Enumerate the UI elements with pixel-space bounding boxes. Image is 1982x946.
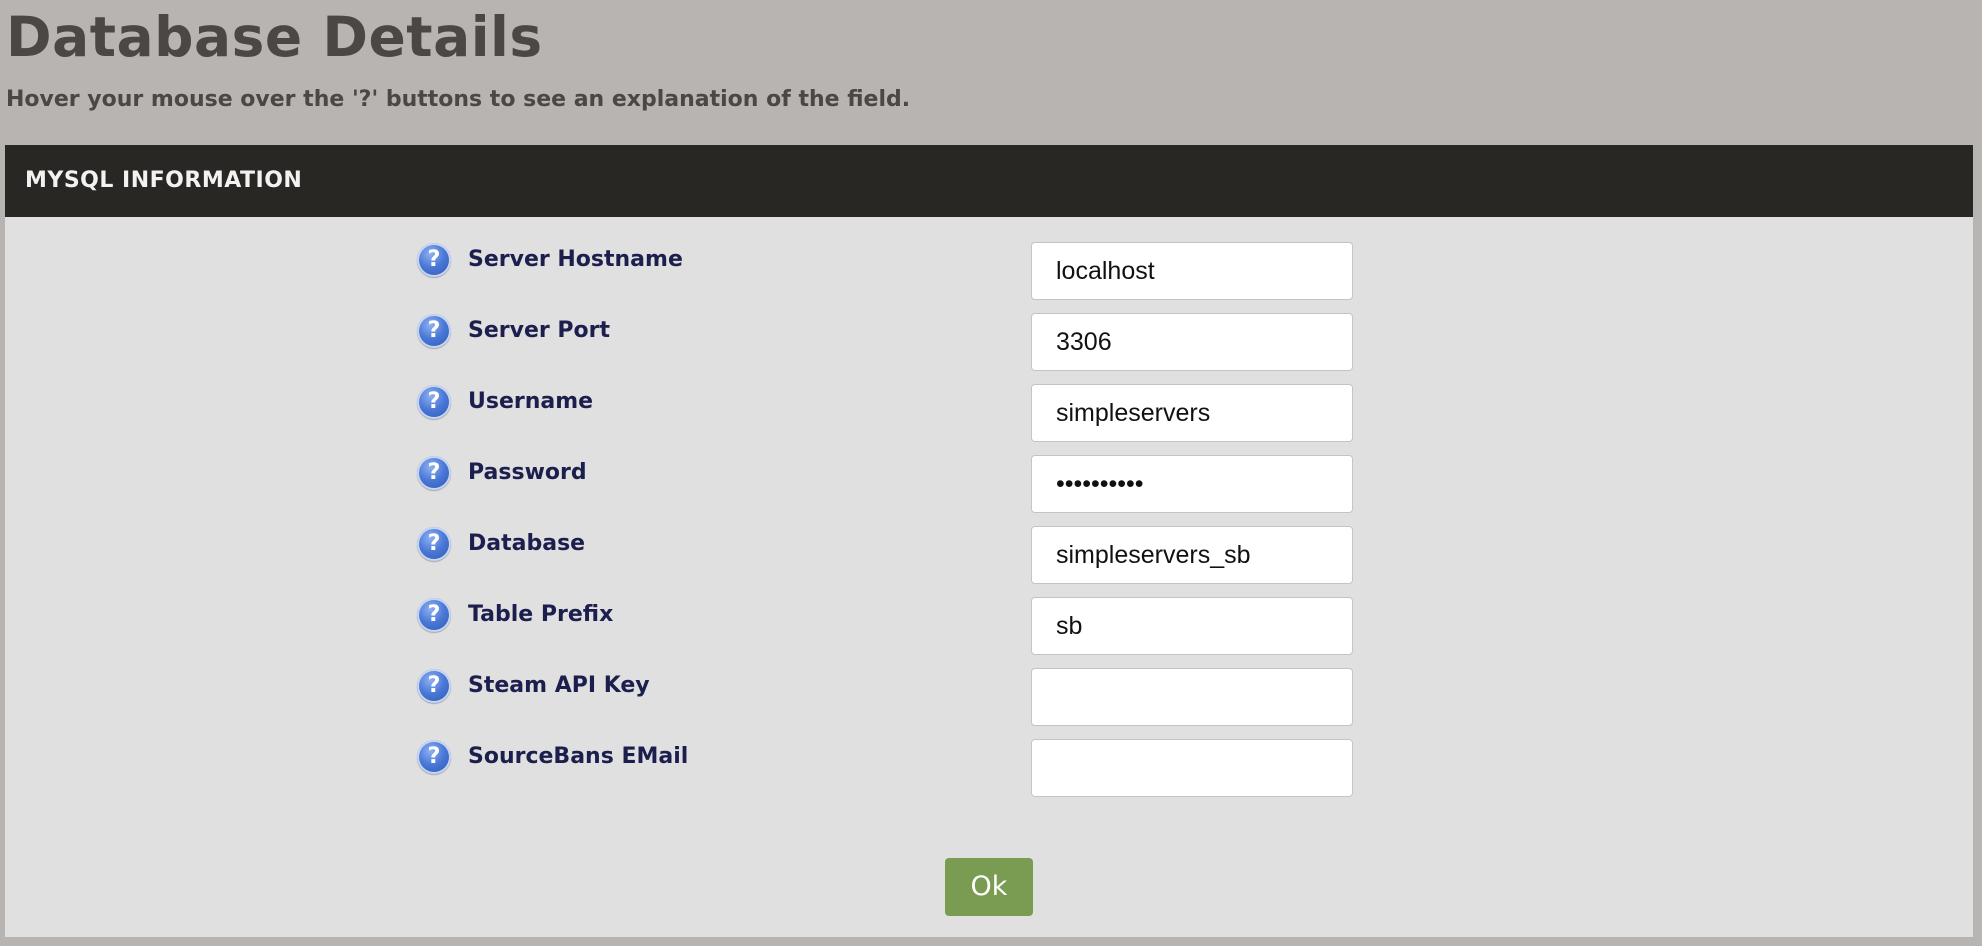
- panel-header: MYSQL INFORMATION: [5, 145, 1973, 217]
- help-icon[interactable]: ?: [417, 314, 451, 348]
- help-icon[interactable]: ?: [417, 243, 451, 277]
- page-subtitle: Hover your mouse over the '?' buttons to…: [6, 87, 911, 112]
- help-icon[interactable]: ?: [417, 740, 451, 774]
- page-title: Database Details: [6, 5, 543, 69]
- field-row-sourcebans-email: ? SourceBans EMail: [5, 739, 1973, 800]
- field-label-username: Username: [468, 389, 594, 414]
- table-prefix-input[interactable]: [1031, 597, 1353, 655]
- server-port-input[interactable]: [1031, 313, 1353, 371]
- ok-button[interactable]: Ok: [945, 858, 1033, 916]
- database-input[interactable]: [1031, 526, 1353, 584]
- help-icon[interactable]: ?: [417, 669, 451, 703]
- help-icon[interactable]: ?: [417, 598, 451, 632]
- field-row-server-port: ? Server Port: [5, 313, 1973, 374]
- field-label-table-prefix: Table Prefix: [468, 602, 614, 627]
- help-icon[interactable]: ?: [417, 527, 451, 561]
- server-hostname-input[interactable]: [1031, 242, 1353, 300]
- field-row-password: ? Password: [5, 455, 1973, 516]
- field-label-server-port: Server Port: [468, 318, 610, 343]
- mysql-information-panel: MYSQL INFORMATION ? Server Hostname ? Se…: [5, 145, 1973, 937]
- steam-api-key-input[interactable]: [1031, 668, 1353, 726]
- field-row-server-hostname: ? Server Hostname: [5, 242, 1973, 303]
- field-label-database: Database: [468, 531, 586, 556]
- field-label-steam-api-key: Steam API Key: [468, 673, 650, 698]
- field-row-username: ? Username: [5, 384, 1973, 445]
- sourcebans-email-input[interactable]: [1031, 739, 1353, 797]
- field-row-steam-api-key: ? Steam API Key: [5, 668, 1973, 729]
- help-icon[interactable]: ?: [417, 385, 451, 419]
- field-label-sourcebans-email: SourceBans EMail: [468, 744, 689, 769]
- help-icon[interactable]: ?: [417, 456, 451, 490]
- field-label-password: Password: [468, 460, 587, 485]
- field-label-server-hostname: Server Hostname: [468, 247, 683, 272]
- password-input[interactable]: [1031, 455, 1353, 513]
- username-input[interactable]: [1031, 384, 1353, 442]
- field-row-database: ? Database: [5, 526, 1973, 587]
- field-row-table-prefix: ? Table Prefix: [5, 597, 1973, 658]
